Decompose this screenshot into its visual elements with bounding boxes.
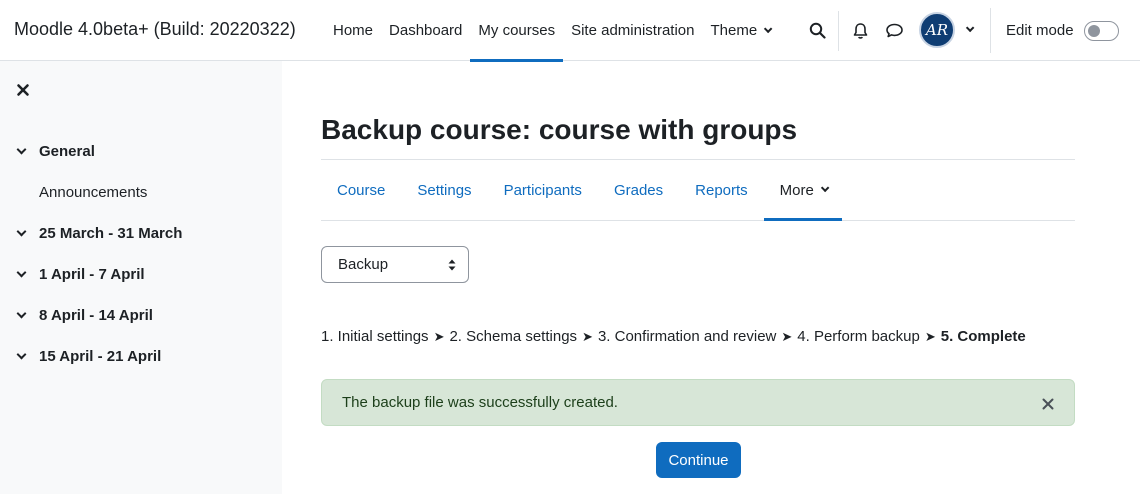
sort-arrows-icon bbox=[448, 259, 456, 271]
section-title: 15 April - 21 April bbox=[39, 348, 162, 365]
progress-step: 4. Perform backup bbox=[797, 328, 920, 345]
nav-home[interactable]: Home bbox=[325, 0, 381, 61]
dismiss-alert-button[interactable] bbox=[1042, 397, 1054, 410]
chevron-down-icon[interactable] bbox=[16, 144, 27, 155]
nav-site-administration[interactable]: Site administration bbox=[563, 0, 702, 61]
chevron-down-icon[interactable] bbox=[16, 226, 27, 237]
backup-progress: 1. Initial settings ➤ 2. Schema settings… bbox=[321, 328, 1026, 345]
close-drawer-button[interactable] bbox=[16, 83, 32, 99]
top-navbar: Moodle 4.0beta+ (Build: 20220322) Home D… bbox=[0, 0, 1140, 62]
course-section-week-3[interactable]: 8 April - 14 April bbox=[0, 295, 282, 336]
page-title: Backup course: course with groups bbox=[321, 114, 798, 145]
course-index-drawer: General Announcements 25 March - 31 Marc… bbox=[0, 61, 282, 494]
chevron-down-icon[interactable] bbox=[16, 308, 27, 319]
close-icon bbox=[17, 84, 29, 96]
nav-dashboard[interactable]: Dashboard bbox=[381, 0, 470, 61]
edit-mode-toggle[interactable] bbox=[1083, 20, 1119, 41]
toggle-knob bbox=[1087, 24, 1100, 37]
continue-button[interactable]: Continue bbox=[656, 442, 741, 478]
section-title: 8 April - 14 April bbox=[39, 307, 153, 324]
edit-mode-label: Edit mode bbox=[1006, 22, 1074, 39]
arrow-right-icon: ➤ bbox=[781, 328, 793, 344]
course-section-general[interactable]: General bbox=[0, 131, 282, 172]
chat-bubble-icon bbox=[885, 23, 903, 38]
nav-my-courses[interactable]: My courses bbox=[470, 0, 563, 62]
course-section-week-1[interactable]: 25 March - 31 March bbox=[0, 213, 282, 254]
edit-mode-control: Edit mode bbox=[990, 8, 1119, 53]
navbar-divider bbox=[838, 10, 839, 51]
progress-step-current: 5. Complete bbox=[940, 328, 1026, 345]
progress-step: 2. Schema settings bbox=[449, 328, 578, 345]
tab-more[interactable]: More bbox=[763, 160, 843, 221]
arrow-right-icon: ➤ bbox=[582, 328, 593, 344]
search-button[interactable] bbox=[800, 14, 834, 48]
success-alert: The backup file was successfully created… bbox=[321, 379, 1075, 426]
chevron-down-icon bbox=[764, 24, 773, 33]
close-icon bbox=[1042, 398, 1054, 410]
course-index-item-announcements[interactable]: Announcements bbox=[0, 172, 282, 213]
chevron-down-icon[interactable] bbox=[16, 349, 27, 360]
tab-more-label: More bbox=[779, 181, 814, 199]
progress-step: 3. Confirmation and review bbox=[597, 328, 777, 345]
tab-settings[interactable]: Settings bbox=[401, 160, 487, 220]
section-title: 25 March - 31 March bbox=[39, 225, 183, 242]
arrow-right-icon: ➤ bbox=[433, 328, 445, 344]
tab-reports[interactable]: Reports bbox=[679, 160, 764, 220]
tab-grades[interactable]: Grades bbox=[598, 160, 679, 220]
course-section-week-2[interactable]: 1 April - 7 April bbox=[0, 254, 282, 295]
alert-message: The backup file was successfully created… bbox=[342, 394, 618, 411]
nav-theme-dropdown[interactable]: Theme bbox=[703, 0, 778, 61]
tab-participants[interactable]: Participants bbox=[488, 160, 598, 220]
chevron-down-icon bbox=[965, 23, 975, 33]
search-icon bbox=[809, 22, 826, 39]
chevron-down-icon bbox=[820, 183, 830, 193]
section-title: 1 April - 7 April bbox=[39, 266, 145, 283]
messages-button[interactable] bbox=[877, 14, 911, 48]
nav-theme-label: Theme bbox=[710, 22, 758, 39]
user-menu-toggle[interactable]: AR bbox=[919, 12, 975, 48]
progress-step: 1. Initial settings bbox=[321, 328, 429, 345]
navbar-icons bbox=[800, 0, 911, 61]
arrow-right-icon: ➤ bbox=[924, 328, 936, 344]
chevron-down-icon[interactable] bbox=[16, 267, 27, 278]
avatar: AR bbox=[919, 12, 955, 48]
section-title: General bbox=[39, 143, 95, 160]
primary-navigation: Home Dashboard My courses Site administr… bbox=[325, 0, 778, 62]
course-section-week-4[interactable]: 15 April - 21 April bbox=[0, 336, 282, 377]
course-index: General Announcements 25 March - 31 Marc… bbox=[0, 131, 282, 377]
bell-icon bbox=[853, 22, 867, 39]
secondary-navigation: Course Settings Participants Grades Repo… bbox=[321, 160, 1075, 221]
action-select[interactable]: Backup bbox=[321, 246, 469, 283]
tab-course[interactable]: Course bbox=[321, 160, 401, 220]
notifications-button[interactable] bbox=[843, 14, 877, 48]
site-name[interactable]: Moodle 4.0beta+ (Build: 20220322) bbox=[14, 19, 296, 40]
action-select-value: Backup bbox=[338, 256, 389, 273]
